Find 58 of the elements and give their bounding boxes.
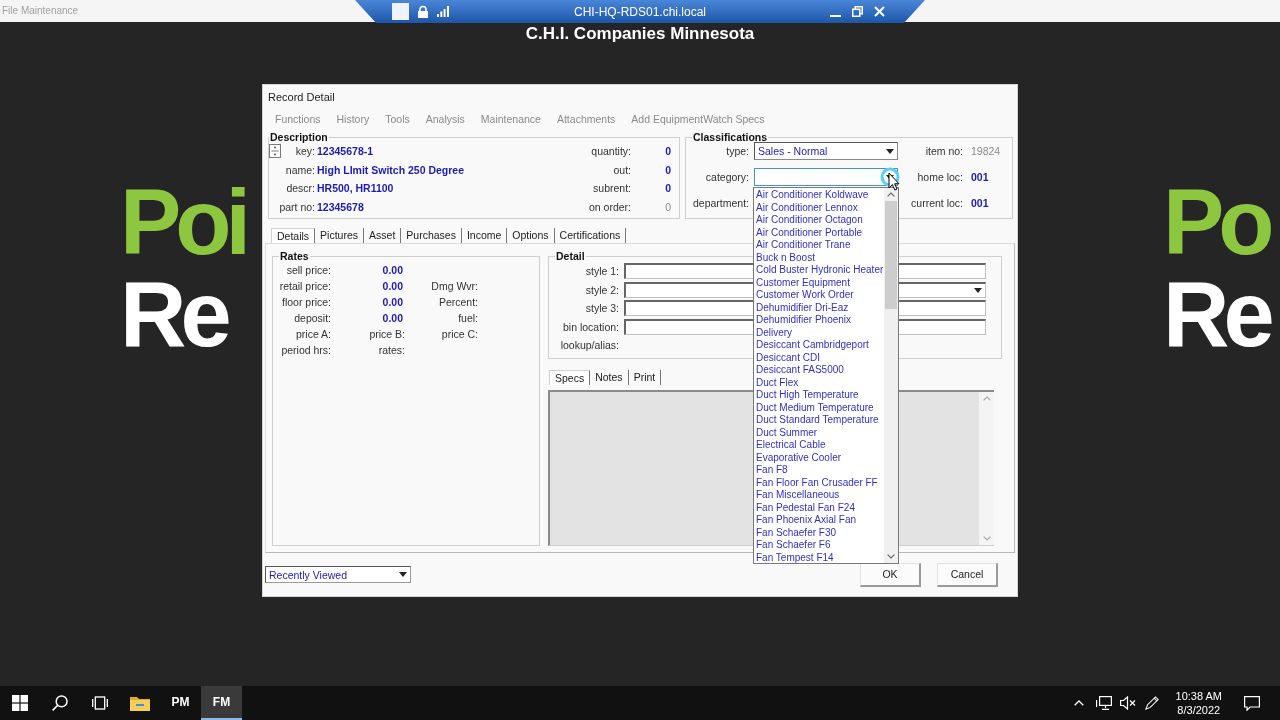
field-label: price C: xyxy=(441,328,478,340)
field-label: current loc: xyxy=(911,197,964,209)
field-label: lookup/alias: xyxy=(560,339,619,352)
field-label: floor price: xyxy=(281,296,331,308)
field-label: type: xyxy=(726,145,750,157)
field-value: 0.00 xyxy=(382,312,404,324)
field-label: price B: xyxy=(369,328,405,340)
field-label: on order: xyxy=(588,200,631,213)
field-label: rates: xyxy=(378,344,405,356)
field-value: 0 xyxy=(665,200,671,213)
field-value: 0.00 xyxy=(382,296,404,308)
field-label: period hrs: xyxy=(281,344,331,356)
field-label: style 2: xyxy=(585,283,619,296)
field-label: Percent: xyxy=(438,296,478,308)
field-value: 12345678 xyxy=(317,200,365,213)
field-label: home loc: xyxy=(917,171,964,183)
field-value: 0.00 xyxy=(382,280,404,292)
field-label: deposit: xyxy=(294,312,331,324)
field-label: key: xyxy=(295,145,315,158)
wallpaper-logo-text: Re xyxy=(1163,268,1269,360)
field-label: part no: xyxy=(279,200,315,213)
field-label: sell price: xyxy=(286,264,331,276)
field-label: Dmg Wvr: xyxy=(431,280,478,292)
wallpaper-logo-text: Po xyxy=(1163,176,1269,268)
field-label: name: xyxy=(285,163,315,176)
field-label: item no: xyxy=(925,145,964,157)
field-value: 0 xyxy=(665,182,671,195)
remote-host-name: CHI-HQ-RDS01.chi.local xyxy=(574,4,706,19)
field-value: 001 xyxy=(970,197,989,209)
group-title: Description xyxy=(269,131,329,144)
field-value: 001 xyxy=(970,171,989,183)
field-label: category: xyxy=(705,171,750,183)
field-value: 0.00 xyxy=(382,264,404,276)
group-title: Rates xyxy=(279,250,310,263)
wallpaper-logo-text: Poi xyxy=(120,176,246,268)
field-label: retail price: xyxy=(279,280,331,292)
field-value: 19824 xyxy=(970,145,1001,157)
group-title: Detail xyxy=(555,250,586,263)
field-label: quantity: xyxy=(591,145,631,158)
field-label: fuel: xyxy=(458,312,478,324)
field-value: 0 xyxy=(665,163,671,176)
field-label: department: xyxy=(692,197,750,209)
field-value: 0 xyxy=(665,145,671,158)
field-label: descr: xyxy=(286,182,315,195)
app-title: File Maintenance xyxy=(1,4,79,18)
field-label: subrent: xyxy=(593,182,631,195)
field-label: out: xyxy=(613,163,631,176)
field-value: HR500, HR1100 xyxy=(317,182,395,195)
field-label: bin location: xyxy=(562,320,619,333)
field-label: price A: xyxy=(295,328,331,340)
field-value: 12345678-1 xyxy=(317,145,375,158)
company-title: C.H.I. Companies Minnesota xyxy=(525,24,755,44)
field-label: style 1: xyxy=(585,265,619,278)
dialog-title: Record Detail xyxy=(268,91,335,103)
group-title: Classifications xyxy=(692,131,769,144)
wallpaper-logo-text: Re xyxy=(120,268,226,360)
field-label: style 3: xyxy=(585,302,619,315)
field-value: High LImit Switch 250 Degree xyxy=(317,163,465,176)
